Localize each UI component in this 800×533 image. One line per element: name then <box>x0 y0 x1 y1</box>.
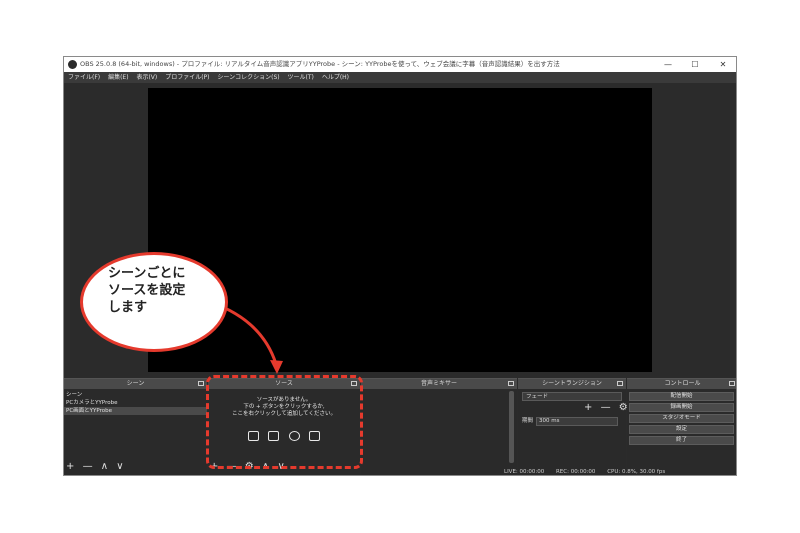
screenshot-stage: OBS 25.0.8 (64-bit, windows) - プロファイル: リ… <box>0 0 800 533</box>
callout-text: シーンごとに ソースを設定 します <box>108 266 186 315</box>
arrow-head-icon <box>270 360 283 374</box>
